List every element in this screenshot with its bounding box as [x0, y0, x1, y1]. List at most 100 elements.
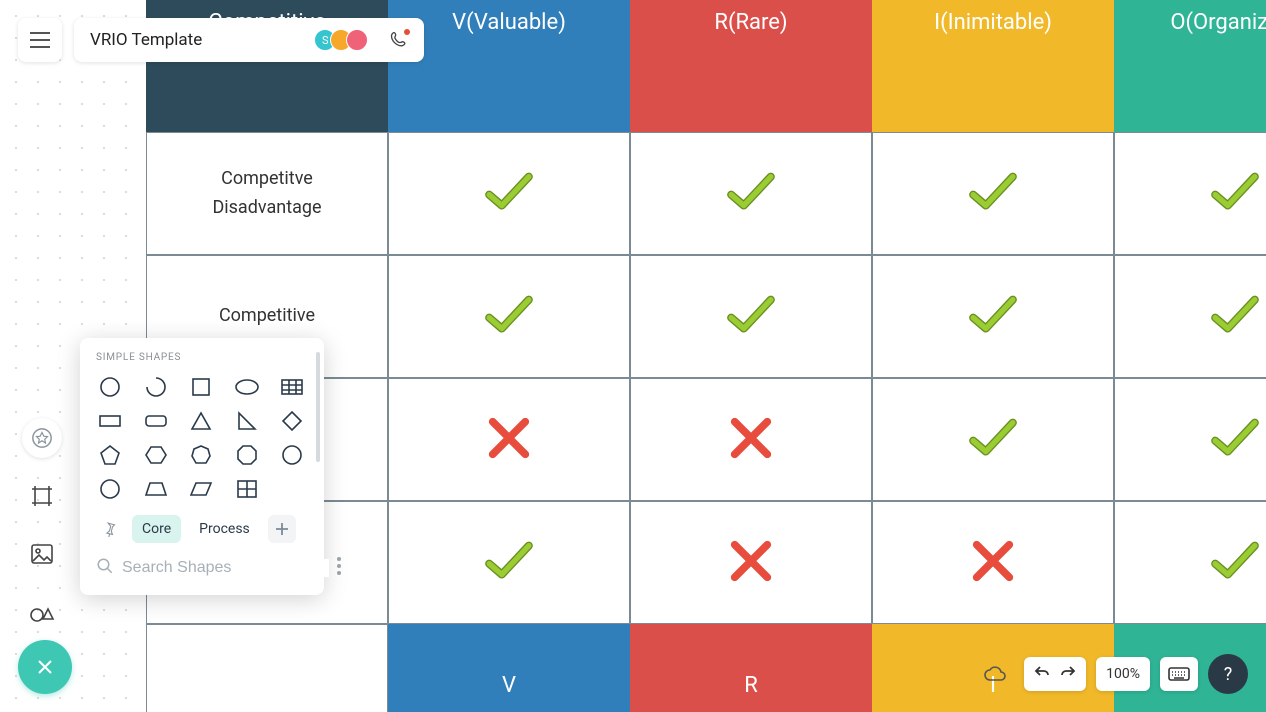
- panel-section-title: SIMPLE SHAPES: [96, 352, 308, 363]
- cloud-icon: [983, 665, 1007, 683]
- check-icon: [966, 168, 1020, 220]
- shape-pentagon[interactable]: [96, 443, 124, 467]
- shape-right-triangle[interactable]: [233, 409, 261, 433]
- shape-grid2x2[interactable]: [233, 477, 261, 501]
- check-icon: [724, 291, 778, 343]
- check-icon: [482, 537, 536, 589]
- shape-parallelogram[interactable]: [187, 477, 215, 501]
- call-button[interactable]: [384, 25, 414, 55]
- cross-icon: [724, 414, 778, 466]
- search-shapes-input[interactable]: [122, 559, 329, 577]
- table-header[interactable]: I(Inimitable): [872, 0, 1114, 132]
- table-footer[interactable]: [146, 624, 388, 712]
- shape-circle2[interactable]: [96, 477, 124, 501]
- add-chip-button[interactable]: [268, 515, 296, 543]
- cross-icon: [966, 537, 1020, 589]
- shapes-combo-icon: [29, 601, 55, 623]
- redo-icon: [1060, 665, 1076, 679]
- table-cell[interactable]: [630, 501, 872, 624]
- collaborator-avatars[interactable]: S: [314, 29, 368, 51]
- check-icon: [1208, 291, 1262, 343]
- cross-icon: [482, 414, 536, 466]
- search-icon: [96, 557, 114, 579]
- table-cell[interactable]: [388, 378, 630, 501]
- undo-icon: [1034, 665, 1050, 679]
- avatar[interactable]: [346, 29, 368, 51]
- table-row-label[interactable]: CompetitveDisadvantage: [146, 132, 388, 255]
- check-icon: [966, 291, 1020, 343]
- shape-decagon[interactable]: [278, 443, 306, 467]
- shape-ellipse[interactable]: [233, 375, 261, 399]
- cloud-sync-button[interactable]: [976, 657, 1014, 691]
- document-title-bar[interactable]: VRIO Template S: [74, 18, 424, 62]
- redo-button[interactable]: [1060, 665, 1076, 683]
- shape-arc[interactable]: [142, 375, 170, 399]
- shape-triangle[interactable]: [187, 409, 215, 433]
- undo-button[interactable]: [1034, 665, 1050, 683]
- table-header[interactable]: R(Rare): [630, 0, 872, 132]
- shape-rectangle[interactable]: [96, 409, 124, 433]
- table-cell[interactable]: [630, 255, 872, 378]
- shape-rounded-rect[interactable]: [142, 409, 170, 433]
- keyboard-icon: [1168, 667, 1190, 681]
- frame-icon: [30, 484, 54, 508]
- table-cell[interactable]: [388, 501, 630, 624]
- check-icon: [1208, 168, 1262, 220]
- table-cell[interactable]: [630, 132, 872, 255]
- plus-icon: [275, 522, 289, 536]
- keyboard-shortcuts-button[interactable]: [1160, 657, 1198, 691]
- more-vertical-icon: [337, 557, 341, 575]
- cross-icon: [724, 537, 778, 589]
- panel-more-button[interactable]: [337, 557, 341, 579]
- table-cell[interactable]: [872, 501, 1114, 624]
- table-cell[interactable]: [1114, 132, 1266, 255]
- shape-diamond[interactable]: [278, 409, 306, 433]
- table-cell[interactable]: [388, 255, 630, 378]
- shape-octagon[interactable]: [233, 443, 261, 467]
- table-cell[interactable]: [872, 132, 1114, 255]
- image-icon: [30, 543, 54, 565]
- close-icon: [35, 657, 55, 677]
- combine-shapes-tool[interactable]: [22, 592, 62, 632]
- close-panel-button[interactable]: [18, 640, 72, 694]
- table-cell[interactable]: [1114, 501, 1266, 624]
- status-bar: 100% ?: [976, 654, 1248, 694]
- check-icon: [482, 291, 536, 343]
- shape-blank[interactable]: [278, 477, 306, 501]
- chip-core[interactable]: Core: [132, 515, 181, 543]
- image-tool[interactable]: [22, 534, 62, 574]
- menu-icon: [30, 32, 50, 48]
- shape-heptagon[interactable]: [187, 443, 215, 467]
- table-header[interactable]: O(Organized): [1114, 0, 1266, 132]
- hamburger-menu[interactable]: [18, 18, 62, 62]
- shape-grid: [96, 375, 308, 501]
- table-cell[interactable]: [872, 255, 1114, 378]
- document-title[interactable]: VRIO Template: [90, 30, 302, 50]
- zoom-level[interactable]: 100%: [1096, 657, 1150, 691]
- table-cell[interactable]: [1114, 255, 1266, 378]
- shapes-panel: SIMPLE SHAPES Core Process: [80, 338, 324, 595]
- left-toolbar: [22, 418, 62, 632]
- table-cell[interactable]: [1114, 378, 1266, 501]
- table-footer[interactable]: V: [388, 624, 630, 712]
- pin-button[interactable]: [96, 515, 124, 543]
- panel-scrollbar[interactable]: [316, 352, 320, 462]
- pin-icon: [102, 521, 118, 537]
- shape-square[interactable]: [187, 375, 215, 399]
- check-icon: [482, 168, 536, 220]
- table-cell[interactable]: [872, 378, 1114, 501]
- shape-trapezoid[interactable]: [142, 477, 170, 501]
- shapes-tool[interactable]: [22, 418, 62, 458]
- shape-hexagon[interactable]: [142, 443, 170, 467]
- chip-process[interactable]: Process: [189, 515, 260, 543]
- help-button[interactable]: ?: [1208, 654, 1248, 694]
- shape-circle[interactable]: [96, 375, 124, 399]
- frame-tool[interactable]: [22, 476, 62, 516]
- table-cell[interactable]: [630, 378, 872, 501]
- shape-table[interactable]: [278, 375, 306, 399]
- notification-dot-icon: [404, 29, 410, 35]
- table-footer[interactable]: R: [630, 624, 872, 712]
- check-icon: [724, 168, 778, 220]
- table-header[interactable]: V(Valuable): [388, 0, 630, 132]
- table-cell[interactable]: [388, 132, 630, 255]
